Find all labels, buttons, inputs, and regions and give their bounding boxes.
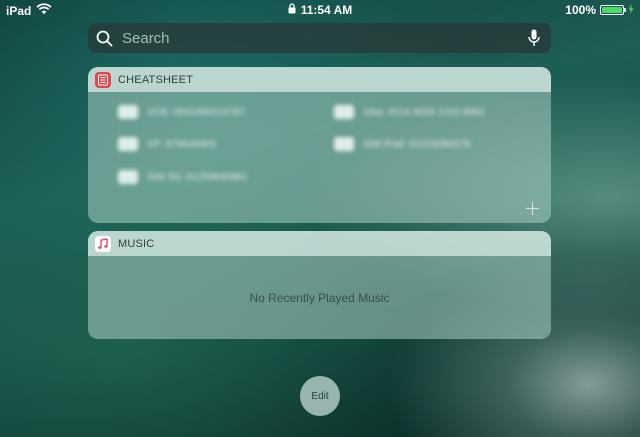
search-bar[interactable] <box>88 23 551 53</box>
card-icon <box>118 170 138 184</box>
cheatsheet-app-icon <box>95 71 111 88</box>
cheatsheet-item-text: SIM 3G: 01259640881 <box>147 171 248 183</box>
music-widget-title: MUSIC <box>118 237 155 250</box>
battery-icon <box>600 5 626 15</box>
lock-icon <box>288 3 296 17</box>
music-empty-state: No Recently Played Music <box>88 256 551 339</box>
card-icon <box>334 137 354 151</box>
card-icon <box>118 105 138 119</box>
cheatsheet-item[interactable]: VCB: 0541000214787 <box>118 105 245 119</box>
battery-fill <box>602 7 622 13</box>
cheatsheet-items: VCB: 0541000214787 Visa: 4214 8426 1215 … <box>88 92 551 223</box>
search-icon <box>95 29 113 47</box>
music-widget-header[interactable]: MUSIC <box>88 231 551 256</box>
cheatsheet-item[interactable]: VP: 879645903 <box>118 137 216 151</box>
search-input[interactable] <box>120 28 526 48</box>
music-widget[interactable]: MUSIC No Recently Played Music <box>88 231 551 339</box>
card-icon <box>118 137 138 151</box>
edit-button[interactable]: Edit <box>300 376 340 416</box>
cheatsheet-item-text: VCB: 0541000214787 <box>147 106 246 118</box>
music-empty-message: No Recently Played Music <box>249 290 390 305</box>
cheatsheet-widget-header[interactable]: CHEATSHEET <box>88 67 551 92</box>
cheatsheet-item-text: VP: 879645903 <box>147 138 216 150</box>
charging-bolt-icon <box>628 3 634 17</box>
card-icon <box>334 105 354 119</box>
microphone-icon[interactable] <box>526 28 542 48</box>
cheatsheet-widget[interactable]: CHEATSHEET VCB: 0541000214787 Visa: 4214… <box>88 67 551 223</box>
cheatsheet-item-text: SIM iPad: 01233284278 <box>363 138 471 150</box>
cheatsheet-item-text: Visa: 4214 8426 1215 8961 <box>363 106 486 118</box>
status-right: 100% <box>565 3 634 17</box>
cheatsheet-item[interactable]: Visa: 4214 8426 1215 8961 <box>334 105 485 119</box>
battery-percent: 100% <box>565 3 596 17</box>
music-app-icon <box>95 235 111 252</box>
status-bar: iPad 11:54 AM 100% <box>0 0 640 20</box>
cheatsheet-item[interactable]: SIM 3G: 01259640881 <box>118 170 248 184</box>
cheatsheet-widget-title: CHEATSHEET <box>118 73 194 86</box>
cheatsheet-item[interactable]: SIM iPad: 01233284278 <box>334 137 470 151</box>
add-icon[interactable] <box>525 201 539 215</box>
status-center: 11:54 AM <box>0 3 640 17</box>
clock-time: 11:54 AM <box>300 3 353 17</box>
